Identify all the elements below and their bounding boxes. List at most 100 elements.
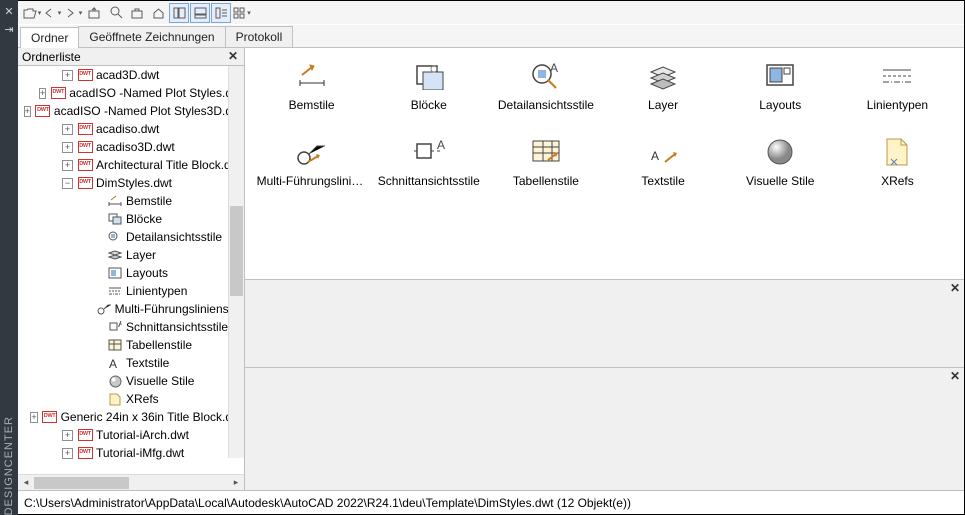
content-item-label: Layouts bbox=[759, 98, 801, 112]
tab-log[interactable]: Protokoll bbox=[225, 26, 294, 47]
sub-detail-icon bbox=[107, 230, 123, 244]
expander-icon[interactable]: − bbox=[62, 178, 73, 189]
dwg-file-icon bbox=[50, 86, 66, 100]
folder-tree[interactable]: +acad3D.dwt+acadISO -Named Plot Styles.d… bbox=[18, 66, 244, 474]
preview-toggle-button[interactable] bbox=[190, 3, 210, 23]
text-icon: A bbox=[647, 136, 679, 168]
content-item-detail[interactable]: ADetailansichtsstile bbox=[489, 54, 602, 126]
tree-item[interactable]: ATextstile bbox=[22, 354, 244, 372]
tree-toggle-button[interactable] bbox=[169, 3, 189, 23]
close-icon[interactable]: ✕ bbox=[2, 4, 16, 18]
tree-item[interactable]: + acadiso3D.dwt bbox=[22, 138, 244, 156]
expander-icon[interactable]: + bbox=[62, 70, 73, 81]
toolbar bbox=[18, 1, 964, 25]
tree-item[interactable]: + Tutorial-iMfg.dwt bbox=[22, 444, 244, 462]
sub-table-icon bbox=[107, 338, 123, 352]
tree-item[interactable]: +Generic 24in x 36in Title Block.dwt bbox=[22, 408, 244, 426]
back-button[interactable] bbox=[43, 3, 63, 23]
tree-item[interactable]: Bemstile bbox=[22, 192, 244, 210]
tree-item-label: acadISO -Named Plot Styles.dwt bbox=[69, 86, 244, 100]
home-button[interactable] bbox=[148, 3, 168, 23]
tree-item-label: Schnittansichtsstile bbox=[126, 320, 228, 334]
tree-item-label: Multi-Führungslinienstile bbox=[115, 302, 244, 316]
tree-item[interactable]: Tabellenstile bbox=[22, 336, 244, 354]
expander-icon[interactable]: + bbox=[24, 106, 31, 117]
content-item-visual[interactable]: Visuelle Stile bbox=[724, 130, 837, 202]
tree-item[interactable]: +acadiso.dwt bbox=[22, 120, 244, 138]
tree-item[interactable]: Detailansichtsstile bbox=[22, 228, 244, 246]
description-toggle-button[interactable] bbox=[211, 3, 231, 23]
expander-icon[interactable]: + bbox=[30, 412, 37, 423]
content-item-line[interactable]: Linientypen bbox=[841, 54, 954, 126]
tree-item[interactable]: Multi-Führungslinienstile bbox=[22, 300, 244, 318]
dwg-file-icon bbox=[77, 446, 93, 460]
close-preview-icon[interactable]: ✕ bbox=[948, 282, 962, 296]
xref-icon bbox=[881, 136, 913, 168]
line-icon bbox=[881, 60, 913, 92]
sub-line-icon bbox=[107, 284, 123, 298]
tree-item[interactable]: Layer bbox=[22, 246, 244, 264]
content-item-table[interactable]: Tabellenstile bbox=[489, 130, 602, 202]
collapse-icon[interactable]: ⇥ bbox=[2, 22, 16, 36]
horizontal-scrollbar[interactable]: ◂▸ bbox=[18, 474, 244, 490]
tree-item[interactable]: Visuelle Stile bbox=[22, 372, 244, 390]
tree-item-label: Architectural Title Block.dwt bbox=[96, 158, 243, 172]
open-button[interactable] bbox=[22, 3, 42, 23]
expander-icon[interactable]: + bbox=[62, 142, 73, 153]
expander-icon[interactable]: + bbox=[39, 88, 46, 99]
content-item-label: Linientypen bbox=[867, 98, 928, 112]
tree-item-label: Visuelle Stile bbox=[126, 374, 194, 388]
tree-item[interactable]: Blöcke bbox=[22, 210, 244, 228]
svg-text:A: A bbox=[651, 149, 659, 163]
status-text: C:\Users\Administrator\AppData\Local\Aut… bbox=[24, 496, 631, 510]
content-item-dim[interactable]: Bemstile bbox=[255, 54, 368, 126]
main-panel: Ordner Geöffnete Zeichnungen Protokoll O… bbox=[18, 0, 965, 515]
tree-item-label: Detailansichtsstile bbox=[126, 230, 222, 244]
tree-item-label: acadiso3D.dwt bbox=[96, 140, 175, 154]
forward-button[interactable] bbox=[64, 3, 84, 23]
dwg-file-icon bbox=[77, 68, 93, 82]
tree-item[interactable]: Linientypen bbox=[22, 282, 244, 300]
content-item-text[interactable]: ATextstile bbox=[606, 130, 719, 202]
sub-visual-icon bbox=[107, 374, 123, 388]
close-description-icon[interactable]: ✕ bbox=[948, 370, 962, 384]
tree-item[interactable]: +acadISO -Named Plot Styles3D.dwt bbox=[22, 102, 244, 120]
content-pane: BemstileBlöckeADetailansichtsstileLayer L… bbox=[245, 48, 964, 280]
panel-title-vertical: DESIGNCENTER bbox=[3, 38, 15, 515]
tree-item-label: Blöcke bbox=[126, 212, 162, 226]
content-item-label: Tabellenstile bbox=[513, 174, 579, 188]
up-button[interactable] bbox=[85, 3, 105, 23]
tree-item-label: DimStyles.dwt bbox=[96, 176, 172, 190]
content-item-layer[interactable]: Layer bbox=[606, 54, 719, 126]
views-button[interactable] bbox=[232, 3, 252, 23]
expander-icon[interactable]: + bbox=[62, 448, 73, 459]
content-item-xref[interactable]: XRefs bbox=[841, 130, 954, 202]
vertical-scrollbar[interactable] bbox=[228, 66, 244, 458]
close-folder-list-icon[interactable]: ✕ bbox=[226, 50, 240, 64]
detail-icon: A bbox=[530, 60, 562, 92]
content-item-section[interactable]: A-ASchnittansichtsstile bbox=[372, 130, 485, 202]
content-item-layout[interactable]: Layouts bbox=[724, 54, 837, 126]
expander-icon[interactable]: + bbox=[62, 430, 73, 441]
content-item-leader[interactable]: Multi-Führungslinienstile bbox=[255, 130, 368, 202]
svg-text:A: A bbox=[109, 357, 117, 369]
tab-folder[interactable]: Ordner bbox=[20, 27, 79, 48]
tree-item[interactable]: XRefs bbox=[22, 390, 244, 408]
tree-item[interactable]: +acad3D.dwt bbox=[22, 66, 244, 84]
tree-item[interactable]: − DimStyles.dwt bbox=[22, 174, 244, 192]
tree-item[interactable]: + Architectural Title Block.dwt bbox=[22, 156, 244, 174]
tree-item-label: Tutorial-iMfg.dwt bbox=[96, 446, 184, 460]
search-button[interactable] bbox=[106, 3, 126, 23]
tree-item[interactable]: + acadISO -Named Plot Styles.dwt bbox=[22, 84, 244, 102]
expander-icon[interactable]: + bbox=[62, 160, 73, 171]
tree-item[interactable]: +Tutorial-iArch.dwt bbox=[22, 426, 244, 444]
sub-xref-icon bbox=[107, 392, 123, 406]
expander-icon[interactable]: + bbox=[62, 124, 73, 135]
dwg-file-icon bbox=[35, 104, 51, 118]
content-item-label: XRefs bbox=[881, 174, 914, 188]
tree-item[interactable]: ASchnittansichtsstile bbox=[22, 318, 244, 336]
content-item-block[interactable]: Blöcke bbox=[372, 54, 485, 126]
tree-item[interactable]: Layouts bbox=[22, 264, 244, 282]
favorites-button[interactable] bbox=[127, 3, 147, 23]
tab-open-drawings[interactable]: Geöffnete Zeichnungen bbox=[78, 26, 225, 47]
